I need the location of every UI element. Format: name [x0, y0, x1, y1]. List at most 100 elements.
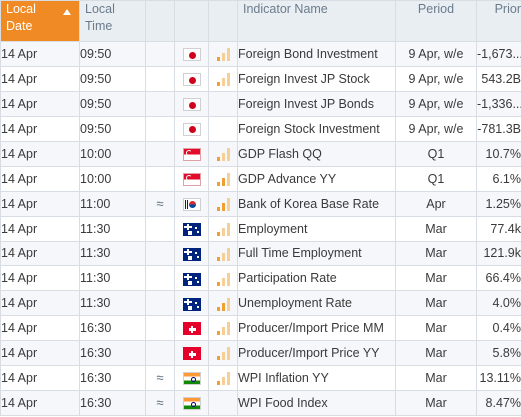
- indicator-name[interactable]: Foreign Invest JP Bonds: [237, 90, 396, 117]
- importance-cell: [208, 290, 238, 317]
- table-row[interactable]: 14 Apr 09:50 Foreign Invest JP Stock 9 Apr,…: [0, 65, 521, 92]
- importance-bars-icon: [216, 247, 230, 261]
- column-header-country[interactable]: [174, 0, 209, 42]
- prior-value: 0.4%: [476, 315, 521, 342]
- indicator-period: Apr: [395, 190, 477, 217]
- event-time: 16:30: [79, 365, 146, 392]
- importance-cell: [208, 65, 238, 92]
- indicator-name[interactable]: WPI Food Index: [237, 390, 396, 417]
- event-time: 11:00: [79, 190, 146, 217]
- table-row[interactable]: 14 Apr 16:30 ≈ WPI Inflation YY Mar 13.11%: [0, 365, 521, 392]
- table-row[interactable]: 14 Apr 11:30 Full Time Employment Mar 121.9k: [0, 240, 521, 267]
- table-row[interactable]: 14 Apr 10:00 GDP Advance YY Q1 6.1%: [0, 165, 521, 192]
- indicator-name[interactable]: Producer/Import Price MM: [237, 315, 396, 342]
- event-time: 09:50: [79, 65, 146, 92]
- event-date: 14 Apr: [0, 165, 80, 192]
- column-header-local-time[interactable]: Local Time: [79, 0, 146, 42]
- prior-value: -1,336....: [476, 90, 521, 117]
- column-header-prior[interactable]: Prior: [476, 0, 521, 42]
- country-cell: [174, 115, 209, 142]
- indicator-period: 9 Apr, w/e: [395, 115, 477, 142]
- indicator-name[interactable]: Foreign Bond Investment: [237, 41, 396, 67]
- australia-flag-icon: [182, 272, 201, 286]
- column-header-importance[interactable]: [208, 0, 238, 42]
- prior-value: 121.9k: [476, 240, 521, 267]
- table-row[interactable]: 14 Apr 11:30 Unemployment Rate Mar 4.0%: [0, 290, 521, 317]
- column-header-period[interactable]: Period: [395, 0, 477, 42]
- importance-cell: [208, 115, 238, 142]
- country-cell: [174, 140, 209, 167]
- event-date: 14 Apr: [0, 90, 80, 117]
- australia-flag-icon: [182, 222, 201, 236]
- indicator-period: Mar: [395, 390, 477, 417]
- table-row[interactable]: 14 Apr 09:50 Foreign Invest JP Bonds 9 Apr,…: [0, 90, 521, 117]
- table-row[interactable]: 14 Apr 09:50 Foreign Stock Investment 9 Apr…: [0, 115, 521, 142]
- indicator-name[interactable]: Foreign Stock Investment: [237, 115, 396, 142]
- importance-cell: [208, 90, 238, 117]
- table-row[interactable]: 14 Apr 11:30 Participation Rate Mar 66.4%: [0, 265, 521, 292]
- prior-value: -1,673....: [476, 41, 521, 67]
- prior-value: 66.4%: [476, 265, 521, 292]
- country-cell: [174, 340, 209, 367]
- indicator-name[interactable]: Bank of Korea Base Rate: [237, 190, 396, 217]
- indicator-name[interactable]: Unemployment Rate: [237, 290, 396, 317]
- importance-cell: [208, 365, 238, 392]
- singapore-flag-icon: [182, 147, 201, 161]
- table-row[interactable]: 14 Apr 09:50 Foreign Bond Investment 9 Apr,…: [0, 41, 521, 67]
- event-time: 11:30: [79, 290, 146, 317]
- indicator-name[interactable]: Foreign Invest JP Stock: [237, 65, 396, 92]
- south-korea-flag-icon: [182, 197, 201, 211]
- country-cell: [174, 190, 209, 217]
- country-cell: [174, 165, 209, 192]
- volatility-cell: [145, 165, 175, 192]
- indicator-period: Q1: [395, 165, 477, 192]
- india-flag-icon: [182, 372, 201, 386]
- event-date: 14 Apr: [0, 240, 80, 267]
- event-time: 10:00: [79, 165, 146, 192]
- volatility-icon: ≈: [156, 370, 164, 386]
- prior-value: 13.11%: [476, 365, 521, 392]
- column-header-volatility[interactable]: [145, 0, 175, 42]
- volatility-cell: [145, 290, 175, 317]
- column-header-indicator-name[interactable]: Indicator Name: [237, 0, 396, 42]
- indicator-name[interactable]: Employment: [237, 215, 396, 242]
- prior-value: 5.8%: [476, 340, 521, 367]
- event-date: 14 Apr: [0, 265, 80, 292]
- column-header-local-date[interactable]: Local Date: [0, 0, 80, 42]
- switzerland-flag-icon: [182, 322, 201, 336]
- indicator-name[interactable]: Participation Rate: [237, 265, 396, 292]
- event-date: 14 Apr: [0, 340, 80, 367]
- event-date: 14 Apr: [0, 315, 80, 342]
- table-row[interactable]: 14 Apr 11:30 Employment Mar 77.4k: [0, 215, 521, 242]
- event-time: 16:30: [79, 390, 146, 417]
- country-cell: [174, 215, 209, 242]
- indicator-period: Q1: [395, 140, 477, 167]
- indicator-name[interactable]: Full Time Employment: [237, 240, 396, 267]
- volatility-cell: ≈: [145, 365, 175, 392]
- volatility-cell: ≈: [145, 190, 175, 217]
- australia-flag-icon: [182, 297, 201, 311]
- indicator-period: Mar: [395, 240, 477, 267]
- indicator-name[interactable]: WPI Inflation YY: [237, 365, 396, 392]
- event-date: 14 Apr: [0, 41, 80, 67]
- australia-flag-icon: [182, 247, 201, 261]
- table-row[interactable]: 14 Apr 16:30 Producer/Import Price YY Mar 5.…: [0, 340, 521, 367]
- indicator-period: Mar: [395, 215, 477, 242]
- indicator-name[interactable]: Producer/Import Price YY: [237, 340, 396, 367]
- indicator-name[interactable]: GDP Flash QQ: [237, 140, 396, 167]
- table-row[interactable]: 14 Apr 11:00 ≈ Bank of Korea Base Rate Apr 1.…: [0, 190, 521, 217]
- table-row[interactable]: 14 Apr 10:00 GDP Flash QQ Q1 10.7%: [0, 140, 521, 167]
- country-cell: [174, 365, 209, 392]
- volatility-cell: [145, 115, 175, 142]
- table-row[interactable]: 14 Apr 16:30 ≈ WPI Food Index Mar 8.47%: [0, 390, 521, 417]
- importance-cell: [208, 265, 238, 292]
- indicator-period: Mar: [395, 340, 477, 367]
- event-date: 14 Apr: [0, 390, 80, 417]
- indicator-name[interactable]: GDP Advance YY: [237, 165, 396, 192]
- indicator-period: 9 Apr, w/e: [395, 65, 477, 92]
- importance-cell: [208, 140, 238, 167]
- switzerland-flag-icon: [182, 347, 201, 361]
- table-row[interactable]: 14 Apr 16:30 Producer/Import Price MM Mar 0.…: [0, 315, 521, 342]
- sort-ascending-icon: [63, 9, 71, 15]
- importance-cell: [208, 190, 238, 217]
